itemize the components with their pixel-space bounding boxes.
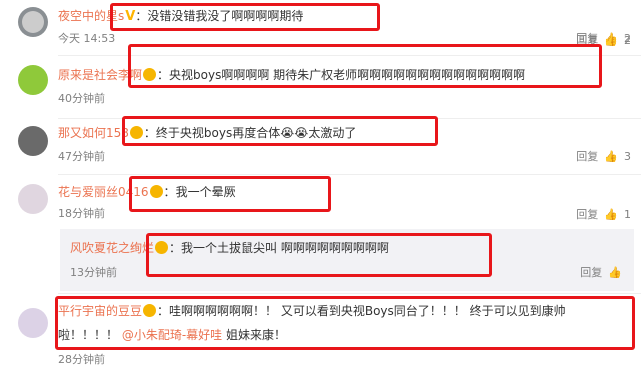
avatar[interactable] [18,184,48,214]
comment-item: 平行宇宙的豆豆 ：哇啊啊啊啊啊啊！！ 又可以看到央视Boys同台了！！！ 终于可以… [0,294,641,376]
sub-comment: 风吹夏花之绚烂 ：我一个土拔鼠尖叫 啊啊啊啊啊啊啊啊啊 13分钟前 回复 👍 [60,229,634,291]
timestamp: 13分钟前 [70,266,117,279]
highlight-box [146,233,492,277]
like-count: 2 [624,34,631,47]
like-icon[interactable]: 👍 [604,150,618,163]
highlight-box [110,3,380,31]
username[interactable]: 风吹夏花之绚烂 [70,241,154,255]
avatar[interactable] [18,126,48,156]
highlight-box [128,44,602,88]
timestamp: 18分钟前 [58,207,105,220]
highlight-box [129,176,331,212]
comment-actions: 回复 👍 3 [570,150,631,164]
comment-item: 花与爱丽丝0416 ：我一个晕厥 18分钟前 回复 👍 1 [0,175,641,227]
timestamp: 今天 14:53 [58,32,116,45]
avatar[interactable] [18,7,48,37]
comment-item: 原来是社会李啊 ：央视boys啊啊啊啊 期待朱广权老师啊啊啊啊啊啊啊啊啊啊啊啊啊啊… [0,34,641,118]
like-icon[interactable]: 👍 [604,208,618,221]
timestamp: 47分钟前 [58,150,105,163]
comment-actions: 回复 👍 1 [570,208,631,222]
like-count: 1 [624,208,631,221]
avatar[interactable] [18,308,48,338]
username[interactable]: 那又如何158 [58,126,129,140]
avatar[interactable] [18,65,48,95]
reply-button[interactable]: 回复 [580,266,602,279]
highlight-box [122,116,438,146]
like-count: 3 [624,150,631,163]
reply-button[interactable]: 回复 [576,150,598,163]
like-icon[interactable]: 👍 [608,266,622,279]
timestamp: 40分钟前 [58,92,105,105]
like-icon[interactable]: 👍 [604,34,618,47]
timestamp: 28分钟前 [58,353,105,366]
comment-item: 那又如何158 ：终于央视boys再度合体😭😭太激动了 47分钟前 回复 👍 3 [0,116,641,173]
comment-actions: 回复 👍 [574,266,622,280]
reply-button[interactable]: 回复 [576,208,598,221]
highlight-box [55,296,635,350]
